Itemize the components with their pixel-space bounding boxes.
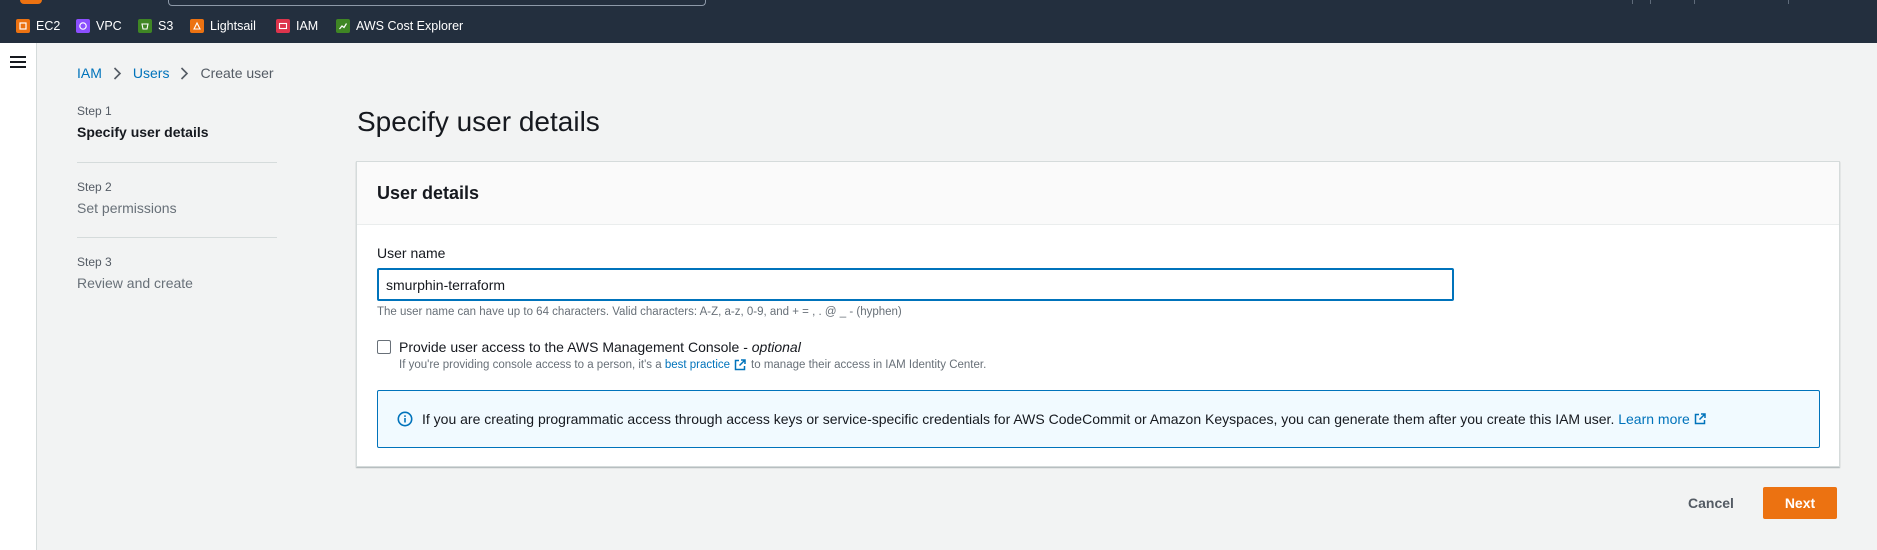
- external-link-icon: [1693, 412, 1707, 426]
- lightsail-service-icon: [190, 19, 204, 33]
- favorite-label: S3: [158, 19, 174, 33]
- nav-separator: [1650, 0, 1651, 4]
- step-divider: [77, 162, 277, 163]
- favorite-label: Lightsail: [210, 19, 256, 33]
- iam-service-icon: [276, 19, 290, 33]
- console-access-description: If you're providing console access to a …: [399, 358, 987, 372]
- wizard-step-1: Step 1 Specify user details: [77, 104, 277, 140]
- top-navigation-bar: EC2 VPC S3 Lightsail IAM AWS Cost Explor…: [0, 0, 1877, 43]
- nav-separator: [1788, 0, 1789, 4]
- best-practice-link[interactable]: best practice: [665, 359, 730, 371]
- menu-icon[interactable]: [10, 56, 26, 69]
- console-access-checkbox[interactable]: [377, 340, 391, 354]
- optional-tag: optional: [751, 339, 801, 355]
- step-divider: [77, 237, 277, 238]
- step-title[interactable]: Set permissions: [77, 200, 277, 216]
- cost-explorer-service-icon: [336, 19, 350, 33]
- favorite-label: IAM: [296, 19, 319, 33]
- favorite-label: VPC: [96, 19, 122, 33]
- next-button[interactable]: Next: [1763, 487, 1837, 519]
- favorite-label: EC2: [36, 19, 61, 33]
- favorite-ec2[interactable]: EC2: [16, 17, 60, 35]
- favorite-vpc[interactable]: VPC: [76, 17, 122, 35]
- info-icon: [397, 411, 413, 427]
- wizard-step-2[interactable]: Step 2 Set permissions: [77, 180, 277, 216]
- step-number: Step 3: [77, 255, 112, 269]
- chevron-right-icon: [180, 66, 189, 80]
- side-navigation-rail: [0, 43, 37, 550]
- user-name-label: User name: [377, 245, 446, 261]
- breadcrumb-iam[interactable]: IAM: [77, 65, 102, 81]
- step-title[interactable]: Review and create: [77, 275, 277, 291]
- user-name-input[interactable]: [377, 268, 1454, 301]
- step-number: Step 1: [77, 104, 112, 118]
- learn-more-link[interactable]: Learn more: [1618, 411, 1690, 427]
- favorite-cost-explorer[interactable]: AWS Cost Explorer: [336, 17, 463, 35]
- alert-message: If you are creating programmatic access …: [422, 411, 1711, 427]
- page-title: Specify user details: [357, 106, 600, 137]
- container-title: User details: [377, 183, 480, 203]
- favorite-iam[interactable]: IAM: [276, 17, 318, 35]
- ec2-service-icon: [16, 19, 30, 33]
- favorite-label: AWS Cost Explorer: [356, 19, 464, 33]
- console-access-label[interactable]: Provide user access to the AWS Managemen…: [399, 339, 801, 355]
- vpc-service-icon: [76, 19, 90, 33]
- breadcrumb-current: Create user: [200, 65, 274, 81]
- s3-service-icon: [138, 19, 152, 33]
- external-link-icon: [733, 358, 747, 372]
- nav-separator: [1694, 0, 1695, 4]
- breadcrumb-users[interactable]: Users: [133, 65, 170, 81]
- step-title: Specify user details: [77, 124, 209, 140]
- cancel-button[interactable]: Cancel: [1679, 487, 1743, 519]
- chevron-right-icon: [113, 66, 122, 80]
- step-number: Step 2: [77, 180, 112, 194]
- search-box[interactable]: [168, 0, 706, 6]
- user-details-container: User details User name The user name can…: [356, 161, 1840, 467]
- info-alert: If you are creating programmatic access …: [377, 390, 1820, 448]
- container-header: User details: [357, 162, 1839, 225]
- aws-logo[interactable]: [20, 0, 42, 4]
- user-name-constraint-text: The user name can have up to 64 characte…: [377, 306, 902, 318]
- favorite-s3[interactable]: S3: [138, 17, 173, 35]
- favorite-lightsail[interactable]: Lightsail: [190, 17, 256, 35]
- wizard-step-3[interactable]: Step 3 Review and create: [77, 255, 277, 291]
- nav-separator: [1632, 0, 1633, 4]
- breadcrumb: IAM Users Create user: [77, 65, 274, 81]
